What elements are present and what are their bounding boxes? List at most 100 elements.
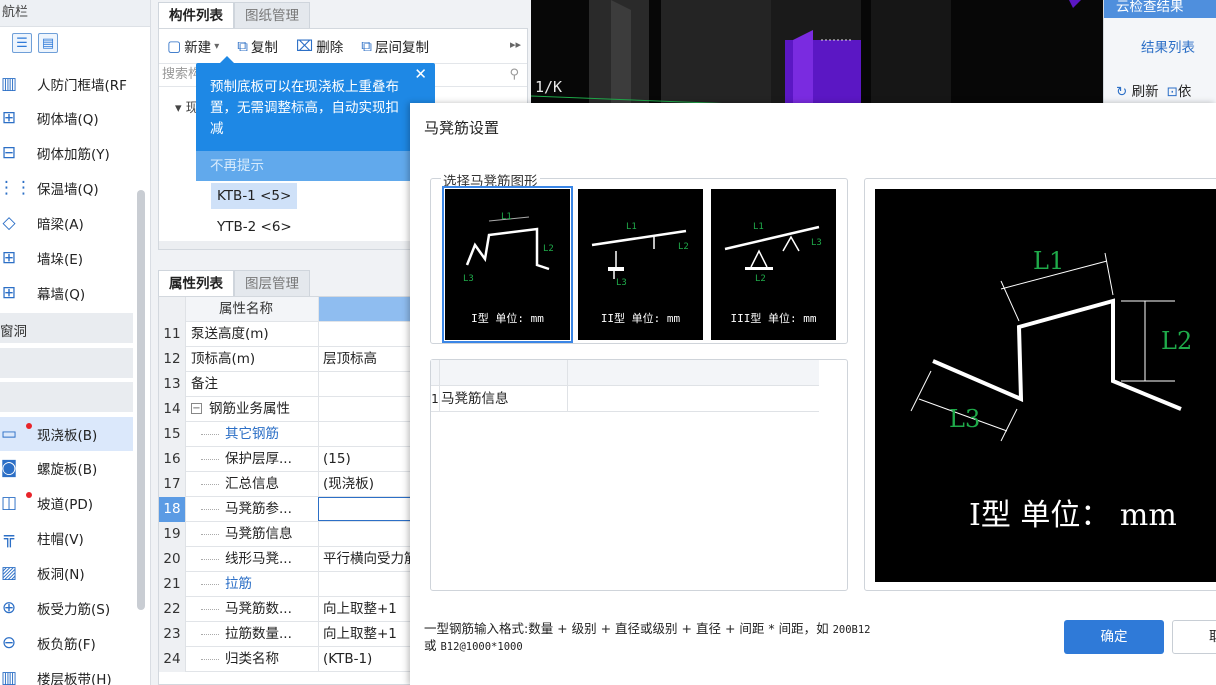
nav-item-label: 砌体墙(Q) [37, 112, 99, 128]
nav-item-insulation-wall[interactable]: ⋮⋮ 保温墙(Q) [0, 171, 133, 205]
delete-button[interactable]: ⌧ 删除 [296, 36, 343, 56]
tab-property-list[interactable]: 属性列表 [158, 270, 234, 296]
depend-button[interactable]: ⊡依 [1167, 80, 1192, 100]
tip-popover: ✕ 预制底板可以在现浇板上重叠布置，无需调整标高，自动实现扣减 不再提示 [196, 56, 435, 181]
tree-line [201, 459, 219, 460]
shape-type-2-option[interactable]: L1 L2 L3 II型 单位: mm [578, 189, 703, 340]
property-name: 拉筋 [225, 576, 252, 592]
nav-item-ramp[interactable]: ◫ 坡道(PD) [0, 486, 133, 520]
nav-item-curtain-wall[interactable]: ⊞ 幕墙(Q) [0, 276, 133, 310]
nav-item-spiral-slab[interactable]: ◙ 螺旋板(B) [0, 451, 133, 485]
tree-line [201, 659, 219, 660]
nav-item-label: 砌体加筋(Y) [37, 147, 110, 163]
masonry-rebar-icon: ⊟ [1, 143, 17, 163]
tree-line [201, 634, 219, 635]
tip-arrow [220, 56, 234, 63]
nav-item-label: 墙垛(E) [37, 252, 84, 268]
note-example: 200B12 [832, 624, 871, 636]
navigation-panel: 航栏 ☰ ▤ ▥ 人防门框墙(RF ⊞ 砌体墙(Q) ⊟ 砌体加筋(Y) ⋮⋮ … [0, 0, 151, 685]
preview-l1-label: L1 [1033, 247, 1064, 275]
table-row[interactable]: 1 马凳筋信息 [431, 386, 819, 412]
view-toggle-group: ☰ ▤ [0, 27, 150, 59]
property-name: 线形马凳... [225, 551, 292, 567]
nav-item-floor-strip[interactable]: ▥ 楼层板带(H) [0, 661, 133, 685]
nav-item-wall-pier[interactable]: ⊞ 墙垛(E) [0, 241, 133, 275]
new-label: 新建 [184, 40, 212, 56]
row-number: 19 [159, 522, 186, 547]
row-number: 14 [159, 397, 186, 422]
nav-item-cast-slab[interactable]: ▭ 现浇板(B) [0, 417, 133, 451]
nav-item-slab-main-rebar[interactable]: ⊕ 板受力筋(S) [0, 591, 133, 625]
tab-layer-management[interactable]: 图层管理 [234, 270, 310, 296]
tree-item[interactable]: KTB-1 <5> [211, 183, 298, 209]
svg-text:L2: L2 [678, 242, 689, 252]
nav-item-column-cap[interactable]: ╦ 柱帽(V) [0, 521, 133, 555]
nav-section-blank[interactable] [0, 382, 133, 412]
toolbar-more-icon[interactable]: ▸▸ [510, 38, 521, 51]
nav-item-label: 幕墙(Q) [37, 287, 86, 303]
copy-icon: ⧉ [237, 37, 248, 55]
tree-line [201, 434, 219, 435]
tree-line [201, 534, 219, 535]
svg-text:L2: L2 [755, 274, 766, 284]
column-divider [439, 360, 440, 386]
3d-model-drawing: 1/K [531, 0, 1081, 110]
nav-item-slab-opening[interactable]: ▨ 板洞(N) [0, 556, 133, 590]
row-number: 16 [159, 447, 186, 472]
nav-item-label: 暗梁(A) [37, 217, 84, 233]
shape-preview: L1 L2 L3 I型 单位： mm [875, 189, 1216, 582]
svg-text:L3: L3 [811, 238, 822, 248]
row-label: 马凳筋信息 [441, 391, 509, 407]
new-indicator-dot [26, 423, 32, 429]
copy-button[interactable]: ⧉ 复制 [237, 36, 278, 56]
shape-group-label: 选择马凳筋图形 [441, 170, 540, 190]
nav-section-blank[interactable] [0, 348, 133, 378]
tab-drawing-management[interactable]: 图纸管理 [234, 2, 310, 28]
tip-message: 预制底板可以在现浇板上重叠布置，无需调整标高，自动实现扣减 [210, 79, 399, 137]
nav-scrollbar[interactable] [137, 190, 145, 610]
shape-caption: III型 单位: mm [730, 312, 817, 325]
nav-section-window-opening[interactable]: 窗洞 [0, 313, 133, 343]
ok-button[interactable]: 确定 [1064, 620, 1164, 654]
list-view-icon[interactable]: ☰ [12, 33, 32, 53]
detail-view-icon[interactable]: ▤ [38, 33, 58, 53]
refresh-icon: ↻ [1116, 84, 1128, 100]
column-divider [567, 386, 568, 412]
tree-line [201, 584, 219, 585]
nav-item-masonry-rebar[interactable]: ⊟ 砌体加筋(Y) [0, 136, 133, 170]
l2-label: L2 [543, 244, 554, 254]
masonry-wall-icon: ⊞ [1, 108, 17, 128]
nav-item-hidden-beam[interactable]: ◇ 暗梁(A) [0, 206, 133, 240]
tree-line [201, 484, 219, 485]
refresh-button[interactable]: ↻ 刷新 [1116, 80, 1159, 100]
shape-type-1-option[interactable]: L1 L2 L3 I型 单位: mm [442, 186, 573, 343]
nav-item-slab-negative-rebar[interactable]: ⊖ 板负筋(F) [0, 626, 133, 660]
close-icon[interactable]: ✕ [414, 65, 427, 83]
cancel-button[interactable]: 取消 [1172, 620, 1216, 654]
collapse-icon[interactable]: − [191, 403, 202, 414]
row-number: 23 [159, 622, 186, 647]
floor-copy-label: 层间复制 [374, 40, 429, 56]
row-number: 12 [159, 347, 186, 372]
tab-component-list[interactable]: 构件列表 [158, 2, 234, 28]
shape-selection-group: 选择马凳筋图形 L1 L2 L3 I型 单位: mm L1 L2 L3 II型 … [430, 170, 848, 344]
dropdown-arrow-icon[interactable]: ▾ [214, 41, 219, 52]
new-button[interactable]: ▢ 新建 ▾ [167, 36, 219, 56]
nav-item-label: 柱帽(V) [37, 532, 84, 548]
spiral-slab-icon: ◙ [0, 458, 18, 478]
delete-label: 删除 [316, 40, 344, 56]
tree-item[interactable]: YTB-2 <6> [211, 214, 298, 240]
nav-item-door-frame-wall[interactable]: ▥ 人防门框墙(RF [0, 67, 133, 101]
search-icon[interactable]: ⚲ [509, 64, 519, 86]
shape-type-3-option[interactable]: L1 L3 L2 III型 单位: mm [711, 189, 836, 340]
row-number-header [159, 297, 186, 322]
nav-item-masonry-wall[interactable]: ⊞ 砌体墙(Q) [0, 101, 133, 135]
note-line-1: 一型钢筋输入格式:数量 + 级别 + 直径或级别 + 直径 + 间距 * 间距，… [424, 621, 871, 638]
nav-section-label: 窗洞 [0, 324, 27, 340]
3d-viewport[interactable]: 1/K [531, 0, 1103, 110]
property-name: 马凳筋数... [225, 601, 292, 617]
dont-show-again-link[interactable]: 不再提示 [196, 151, 435, 181]
input-format-note: 一型钢筋输入格式:数量 + 级别 + 直径或级别 + 直径 + 间距 * 间距，… [424, 621, 871, 655]
floor-copy-button[interactable]: ⧉ 层间复制 [361, 36, 429, 56]
property-name: 汇总信息 [225, 476, 279, 492]
